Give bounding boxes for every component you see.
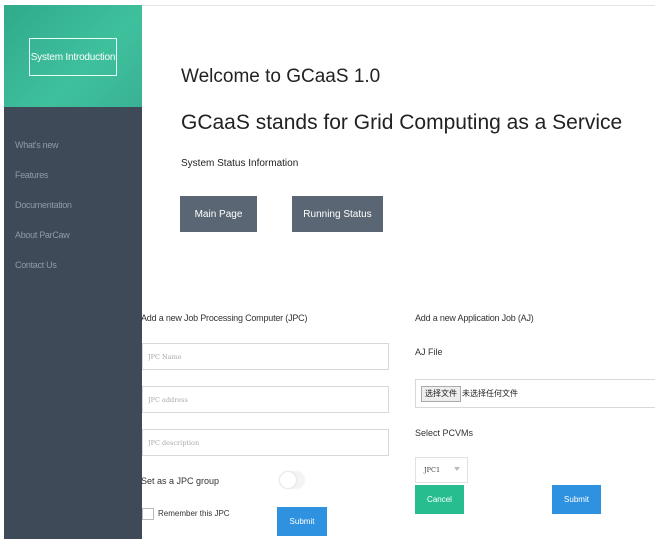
chevron-down-icon xyxy=(454,467,460,471)
pcvm-label: Select PCVMs xyxy=(415,428,474,438)
jpc-group-label: Set as a JPC group xyxy=(141,476,220,486)
sidebar-header: System Introduction xyxy=(4,5,142,107)
file-status-text: 未选择任何文件 xyxy=(462,389,518,398)
pcvm-selected-value: JPC1 xyxy=(424,466,441,474)
sidebar-item-documentation[interactable]: Documentation xyxy=(15,198,72,228)
sidebar-item-contact[interactable]: Contact Us xyxy=(15,258,72,288)
sidebar-item-features[interactable]: Features xyxy=(15,168,72,198)
aj-submit-button[interactable]: Submit xyxy=(552,485,601,514)
page-title: Welcome to GCaaS 1.0 xyxy=(181,66,381,87)
page-subtitle: GCaaS stands for Grid Computing as a Ser… xyxy=(181,111,623,134)
choose-file-button[interactable]: 选择文件 xyxy=(421,386,461,402)
running-status-button[interactable]: Running Status xyxy=(292,196,383,232)
remember-jpc-checkbox[interactable] xyxy=(142,508,154,520)
jpc-group-toggle[interactable] xyxy=(280,472,304,488)
sidebar-item-about[interactable]: About ParCaw xyxy=(15,228,72,258)
jpc-name-input[interactable] xyxy=(142,343,389,370)
sidebar-item-whats-new[interactable]: What's new xyxy=(15,138,72,168)
jpc-form-title: Add a new Job Processing Computer (JPC) xyxy=(141,313,308,323)
aj-cancel-button[interactable]: Cancel xyxy=(415,485,464,514)
jpc-address-input[interactable] xyxy=(142,386,389,413)
toggle-knob xyxy=(280,472,296,488)
top-divider xyxy=(142,5,655,6)
aj-file-label: AJ File xyxy=(415,347,443,357)
pcvm-select[interactable] xyxy=(415,457,468,483)
status-info-label: System Status Information xyxy=(181,158,299,169)
sidebar-nav: What's new Features Documentation About … xyxy=(15,138,72,288)
remember-jpc-label: Remember this JPC xyxy=(158,509,230,518)
main-page-button[interactable]: Main Page xyxy=(180,196,257,232)
jpc-submit-button[interactable]: Submit xyxy=(277,507,327,536)
system-introduction-button[interactable]: System Introduction xyxy=(29,38,117,76)
sidebar: System Introduction What's new Features … xyxy=(4,5,142,539)
aj-form-title: Add a new Application Job (AJ) xyxy=(415,313,534,323)
jpc-description-input[interactable] xyxy=(142,429,389,456)
